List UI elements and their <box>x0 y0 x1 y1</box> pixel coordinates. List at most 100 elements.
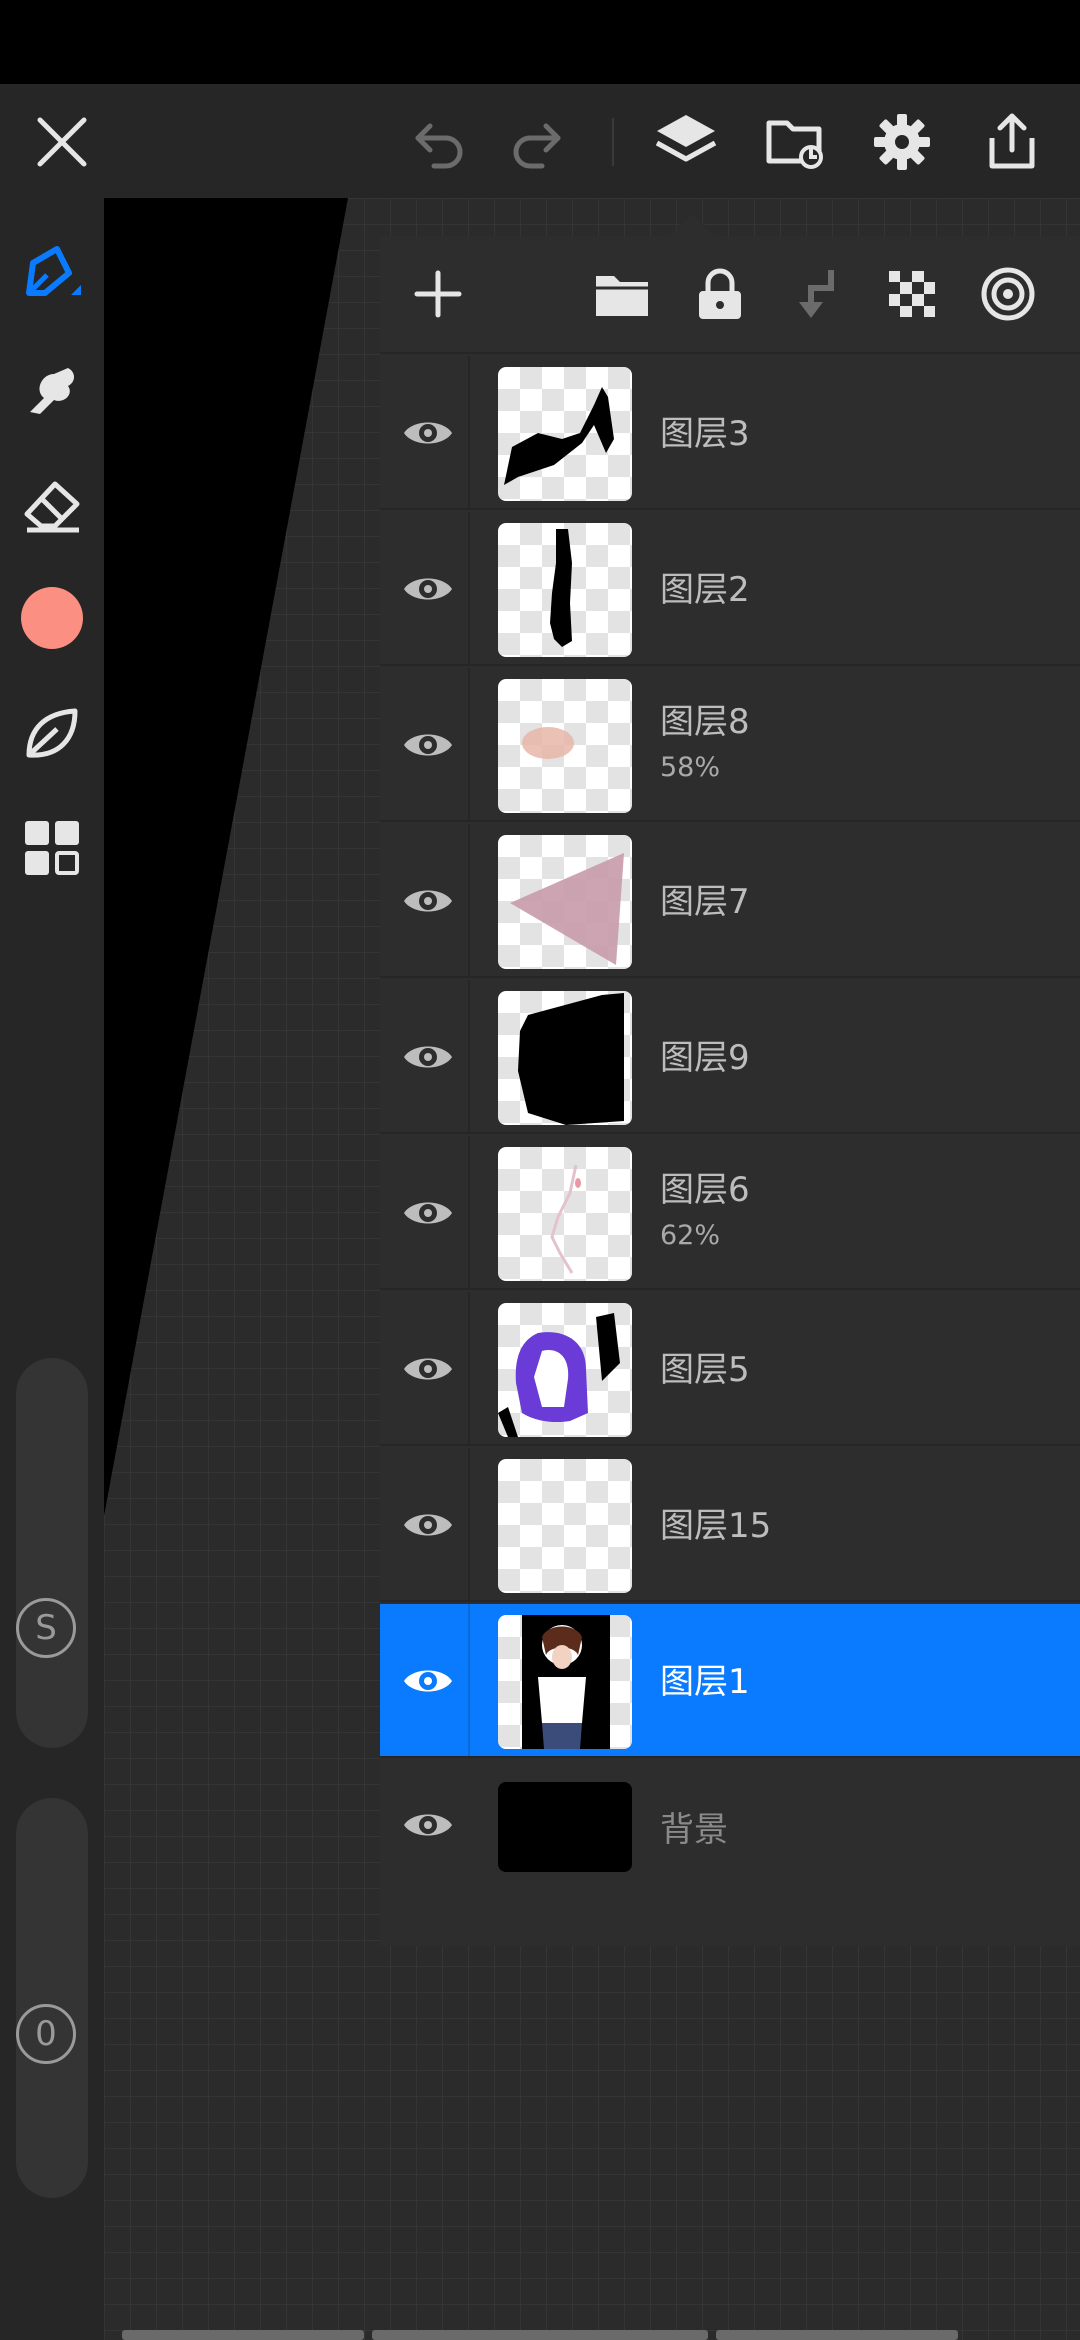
redo-button[interactable] <box>496 102 576 182</box>
layer-row[interactable]: 图层8 58% <box>380 668 1080 822</box>
visibility-toggle[interactable] <box>398 559 458 619</box>
layer-row[interactable]: 图层5 <box>380 1292 1080 1446</box>
brush-tool[interactable] <box>12 234 92 314</box>
layer-row[interactable]: 图层7 <box>380 824 1080 978</box>
share-button[interactable] <box>972 102 1052 182</box>
merge-down-button[interactable] <box>778 256 854 332</box>
status-bar <box>0 0 1080 84</box>
color-picker-button[interactable] <box>12 578 92 658</box>
leaf-lasso-icon <box>26 708 78 758</box>
settings-button[interactable] <box>862 102 942 182</box>
undo-icon <box>415 123 463 169</box>
redo-icon <box>513 123 561 169</box>
eye-icon <box>404 1358 452 1380</box>
layer-thumbnail <box>498 1147 632 1281</box>
layer-row[interactable]: 图层2 <box>380 512 1080 666</box>
lock-icon <box>699 268 741 319</box>
smudge-icon <box>30 368 74 414</box>
gallery-tool[interactable] <box>12 808 92 888</box>
layer-thumbnail <box>498 679 632 813</box>
visibility-toggle[interactable] <box>398 1495 458 1555</box>
layer-thumbnail <box>498 1615 632 1749</box>
layer-thumbnail <box>498 1459 632 1593</box>
current-color-swatch <box>21 587 83 649</box>
share-icon <box>989 113 1035 169</box>
layer-name: 图层2 <box>660 570 750 610</box>
row-divider <box>468 1292 470 1444</box>
toolbar-divider <box>612 118 614 166</box>
visibility-toggle[interactable] <box>398 871 458 931</box>
close-icon <box>37 117 87 167</box>
layer-name: 图层6 <box>660 1170 750 1210</box>
brush-icon <box>26 246 81 296</box>
import-file-button[interactable] <box>756 102 836 182</box>
eye-icon <box>404 1814 452 1836</box>
layer-effects-button[interactable] <box>970 256 1046 332</box>
gear-icon <box>874 114 930 170</box>
visibility-toggle[interactable] <box>398 1183 458 1243</box>
folder-icon <box>596 276 648 316</box>
checker-icon <box>889 271 935 317</box>
layer-opacity: 62% <box>660 1220 721 1251</box>
visibility-toggle[interactable] <box>398 715 458 775</box>
layers-panel-toolbar <box>380 236 1080 352</box>
row-divider <box>468 1604 470 1756</box>
selection-tool[interactable] <box>12 694 92 774</box>
layer-thumbnail <box>498 367 632 501</box>
row-divider <box>468 1136 470 1288</box>
visibility-toggle[interactable] <box>398 1339 458 1399</box>
visibility-toggle[interactable] <box>398 1795 458 1855</box>
target-icon <box>981 267 1035 321</box>
layer-row[interactable]: 图层15 <box>380 1448 1080 1602</box>
row-divider <box>468 356 470 508</box>
eye-icon <box>404 1202 452 1224</box>
eraser-tool[interactable] <box>12 464 92 544</box>
merge-down-icon <box>799 270 834 318</box>
undo-button[interactable] <box>400 102 480 182</box>
row-divider <box>468 980 470 1132</box>
layers-panel: 图层10图层3图层2图层858%图层7图层9图层662%图层5图层15图层1背景 <box>380 236 1080 1946</box>
layer-row[interactable]: 图层1 <box>380 1604 1080 1758</box>
bottom-tab[interactable] <box>372 2330 708 2340</box>
layers-button[interactable] <box>646 102 726 182</box>
layer-thumbnail <box>498 835 632 969</box>
brush-size-slider[interactable]: S <box>16 1358 88 1748</box>
eye-icon <box>404 1046 452 1068</box>
bottom-tab[interactable] <box>122 2330 364 2340</box>
background-thumbnail <box>498 1782 632 1872</box>
add-layer-button[interactable] <box>400 256 476 332</box>
layer-name: 图层15 <box>660 1506 772 1546</box>
bottom-tab[interactable] <box>716 2330 958 2340</box>
layer-row[interactable]: 图层9 <box>380 980 1080 1134</box>
eye-icon <box>404 578 452 600</box>
eye-icon <box>404 890 452 912</box>
layer-thumbnail <box>498 523 632 657</box>
layer-name: 图层7 <box>660 882 750 922</box>
lock-layer-button[interactable] <box>682 256 758 332</box>
folder-sync-icon <box>766 120 823 169</box>
eye-icon <box>404 1514 452 1536</box>
opacity-slider[interactable]: 0 <box>16 1798 88 2198</box>
layer-thumbnail <box>498 1303 632 1437</box>
group-layers-button[interactable] <box>584 256 660 332</box>
layer-row[interactable]: 图层6 62% <box>380 1136 1080 1290</box>
layer-name: 图层1 <box>660 1662 750 1702</box>
layer-name: 图层8 <box>660 702 750 742</box>
eye-icon <box>404 1670 452 1692</box>
eye-icon <box>404 422 452 444</box>
top-toolbar <box>0 84 1080 198</box>
layer-name: 图层9 <box>660 1038 750 1078</box>
visibility-toggle[interactable] <box>398 1651 458 1711</box>
opacity-slider-badge: 0 <box>16 2004 76 2064</box>
background-layer-row[interactable]: 背景 <box>380 1760 1080 1890</box>
smudge-tool[interactable] <box>12 350 92 430</box>
visibility-toggle[interactable] <box>398 403 458 463</box>
row-divider <box>468 668 470 820</box>
layer-row[interactable]: 图层3 <box>380 356 1080 510</box>
clipping-mask-button[interactable] <box>874 256 950 332</box>
grid-icon <box>25 821 79 875</box>
layer-opacity: 58% <box>660 752 721 783</box>
close-button[interactable] <box>22 102 102 182</box>
visibility-toggle[interactable] <box>398 1027 458 1087</box>
layer-thumbnail <box>498 991 632 1125</box>
